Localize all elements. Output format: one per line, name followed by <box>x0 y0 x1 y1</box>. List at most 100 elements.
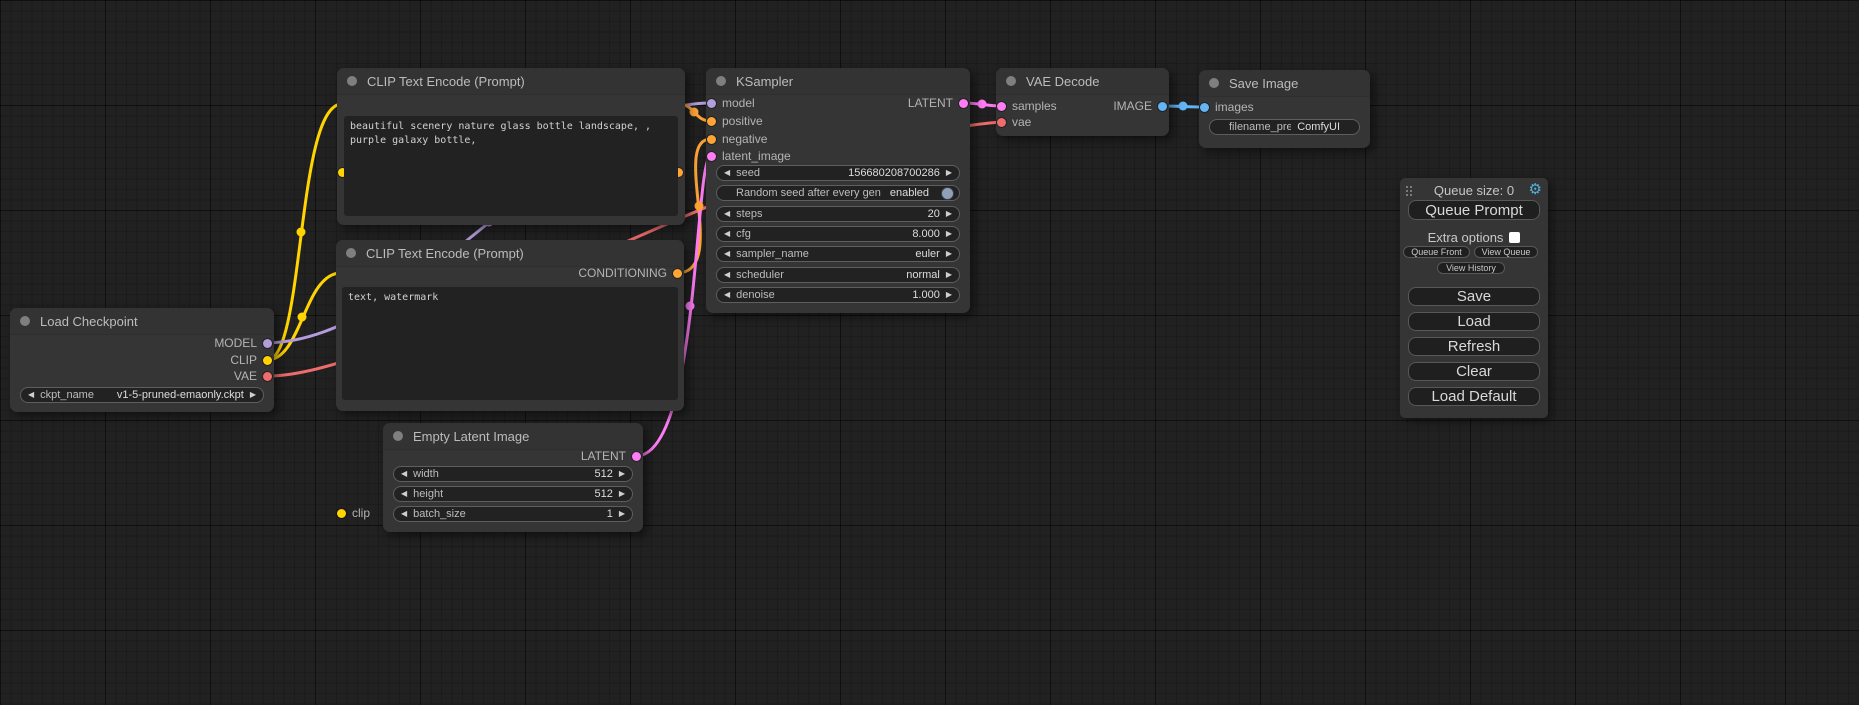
widget-height[interactable]: ◀ height 512 ▶ <box>393 486 633 502</box>
output-slot-latent[interactable]: LATENT <box>908 95 968 111</box>
widget-filename-prefix[interactable]: filename_prefix ComfyUI <box>1209 119 1360 135</box>
decrement-arrow-icon[interactable]: ◀ <box>401 490 407 498</box>
settings-gear-icon[interactable]: ⚙ <box>1529 180 1542 198</box>
queue-panel[interactable]: Queue size: 0 ⚙ Queue Prompt Extra optio… <box>1400 178 1548 418</box>
latent-slot-dot[interactable] <box>959 99 968 108</box>
queue-prompt-button[interactable]: Queue Prompt <box>1408 200 1540 220</box>
increment-arrow-icon[interactable]: ▶ <box>946 250 952 258</box>
increment-arrow-icon[interactable]: ▶ <box>619 490 625 498</box>
slot-label: IMAGE <box>1113 99 1152 113</box>
conditioning-slot-dot[interactable] <box>707 117 716 126</box>
node-header[interactable]: VAE Decode <box>996 68 1169 95</box>
node-header[interactable]: Save Image <box>1199 70 1370 97</box>
load-button[interactable]: Load <box>1408 312 1540 331</box>
collapse-toggle-icon[interactable] <box>347 76 357 86</box>
decrement-arrow-icon[interactable]: ◀ <box>401 510 407 518</box>
node-header[interactable]: KSampler <box>706 68 970 95</box>
refresh-button[interactable]: Refresh <box>1408 337 1540 356</box>
model-slot-dot[interactable] <box>263 339 272 348</box>
widget-ckpt-name[interactable]: ◀ ckpt_name v1-5-pruned-emaonly.ckpt ▶ <box>20 387 264 403</box>
node-header[interactable]: CLIP Text Encode (Prompt) <box>337 68 685 95</box>
node-clip-text-encode-positive[interactable]: CLIP Text Encode (Prompt) clip CONDITION… <box>337 68 685 225</box>
input-slot-model[interactable]: model <box>707 95 755 111</box>
decrement-arrow-icon[interactable]: ◀ <box>724 250 730 258</box>
widget-random-seed[interactable]: Random seed after every gen enabled <box>716 185 960 201</box>
input-slot-latent-image[interactable]: latent_image <box>707 148 791 164</box>
widget-width[interactable]: ◀ width 512 ▶ <box>393 466 633 482</box>
output-slot-latent[interactable]: LATENT <box>581 448 641 464</box>
latent-slot-dot[interactable] <box>997 102 1006 111</box>
queue-front-button[interactable]: Queue Front <box>1403 246 1470 258</box>
widget-steps[interactable]: ◀ steps 20 ▶ <box>716 206 960 222</box>
increment-arrow-icon[interactable]: ▶ <box>946 271 952 279</box>
toggle-icon[interactable] <box>941 187 954 200</box>
node-header[interactable]: Load Checkpoint <box>10 308 274 335</box>
clear-button[interactable]: Clear <box>1408 362 1540 381</box>
input-slot-clip[interactable]: clip <box>337 505 370 521</box>
widget-seed[interactable]: ◀ seed 156680208700286 ▶ <box>716 165 960 181</box>
view-queue-button[interactable]: View Queue <box>1474 246 1538 258</box>
collapse-toggle-icon[interactable] <box>393 431 403 441</box>
collapse-toggle-icon[interactable] <box>1006 76 1016 86</box>
widget-label: batch_size <box>413 509 466 520</box>
load-default-button[interactable]: Load Default <box>1408 387 1540 406</box>
widget-batch-size[interactable]: ◀ batch_size 1 ▶ <box>393 506 633 522</box>
clip-slot-dot[interactable] <box>337 509 346 518</box>
increment-arrow-icon[interactable]: ▶ <box>619 510 625 518</box>
widget-sampler-name[interactable]: ◀ sampler_name euler ▶ <box>716 246 960 262</box>
decrement-arrow-icon[interactable]: ◀ <box>724 230 730 238</box>
increment-arrow-icon[interactable]: ▶ <box>946 169 952 177</box>
positive-prompt-textarea[interactable]: beautiful scenery nature glass bottle la… <box>344 116 678 216</box>
increment-arrow-icon[interactable]: ▶ <box>946 210 952 218</box>
output-slot-image[interactable]: IMAGE <box>1113 98 1167 114</box>
input-slot-vae[interactable]: vae <box>997 114 1031 130</box>
increment-arrow-icon[interactable]: ▶ <box>946 230 952 238</box>
output-slot-conditioning[interactable]: CONDITIONING <box>578 265 682 281</box>
node-clip-text-encode-negative[interactable]: CLIP Text Encode (Prompt) clip CONDITION… <box>336 240 684 411</box>
decrement-arrow-icon[interactable]: ◀ <box>724 210 730 218</box>
increment-arrow-icon[interactable]: ▶ <box>619 470 625 478</box>
node-ksampler[interactable]: KSampler model positive negative latent_… <box>706 68 970 313</box>
collapse-toggle-icon[interactable] <box>20 316 30 326</box>
node-header[interactable]: CLIP Text Encode (Prompt) <box>336 240 684 267</box>
output-slot-model[interactable]: MODEL <box>214 335 272 351</box>
conditioning-slot-dot[interactable] <box>673 269 682 278</box>
input-slot-positive[interactable]: positive <box>707 113 763 129</box>
conditioning-slot-dot[interactable] <box>707 135 716 144</box>
node-load-checkpoint[interactable]: Load Checkpoint MODEL CLIP VAE ◀ ckpt_na… <box>10 308 274 412</box>
increment-arrow-icon[interactable]: ▶ <box>946 291 952 299</box>
model-slot-dot[interactable] <box>707 99 716 108</box>
output-slot-vae[interactable]: VAE <box>234 368 272 384</box>
save-button[interactable]: Save <box>1408 287 1540 306</box>
clip-slot-dot[interactable] <box>263 356 272 365</box>
latent-slot-dot[interactable] <box>707 152 716 161</box>
widget-scheduler[interactable]: ◀ scheduler normal ▶ <box>716 267 960 283</box>
widget-denoise[interactable]: ◀ denoise 1.000 ▶ <box>716 287 960 303</box>
decrement-arrow-icon[interactable]: ◀ <box>724 169 730 177</box>
collapse-toggle-icon[interactable] <box>716 76 726 86</box>
image-slot-dot[interactable] <box>1158 102 1167 111</box>
node-save-image[interactable]: Save Image images filename_prefix ComfyU… <box>1199 70 1370 148</box>
image-slot-dot[interactable] <box>1200 103 1209 112</box>
view-history-button[interactable]: View History <box>1437 262 1505 274</box>
decrement-arrow-icon[interactable]: ◀ <box>401 470 407 478</box>
latent-slot-dot[interactable] <box>632 452 641 461</box>
vae-slot-dot[interactable] <box>263 372 272 381</box>
decrement-arrow-icon[interactable]: ◀ <box>28 391 34 399</box>
collapse-toggle-icon[interactable] <box>346 248 356 258</box>
input-slot-negative[interactable]: negative <box>707 131 767 147</box>
output-slot-clip[interactable]: CLIP <box>230 352 272 368</box>
widget-cfg[interactable]: ◀ cfg 8.000 ▶ <box>716 226 960 242</box>
input-slot-samples[interactable]: samples <box>997 98 1057 114</box>
node-empty-latent-image[interactable]: Empty Latent Image LATENT ◀ width 512 ▶ … <box>383 423 643 532</box>
node-header[interactable]: Empty Latent Image <box>383 423 643 450</box>
increment-arrow-icon[interactable]: ▶ <box>250 391 256 399</box>
collapse-toggle-icon[interactable] <box>1209 78 1219 88</box>
decrement-arrow-icon[interactable]: ◀ <box>724 271 730 279</box>
decrement-arrow-icon[interactable]: ◀ <box>724 291 730 299</box>
extra-options-checkbox[interactable] <box>1509 232 1520 243</box>
input-slot-images[interactable]: images <box>1200 99 1254 115</box>
vae-slot-dot[interactable] <box>997 118 1006 127</box>
negative-prompt-textarea[interactable]: text, watermark <box>342 287 678 400</box>
node-vae-decode[interactable]: VAE Decode samples vae IMAGE <box>996 68 1169 136</box>
